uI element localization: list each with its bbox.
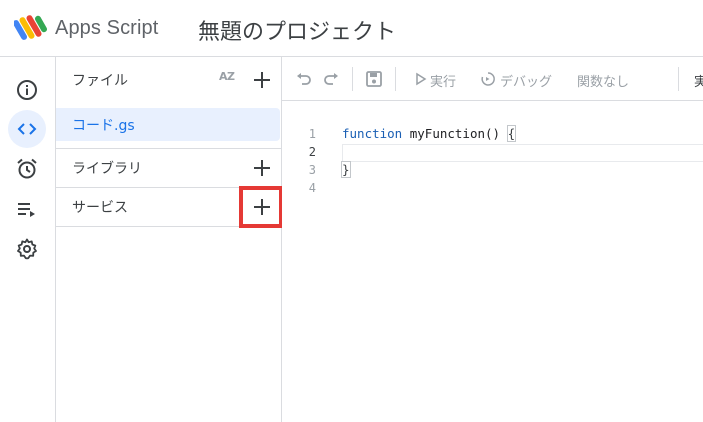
line-text: } bbox=[341, 161, 351, 178]
line-text: function myFunction() { bbox=[342, 125, 517, 142]
code-editor-area: 実行 デバッグ 関数なし 実 1 function myFunction() {… bbox=[282, 57, 703, 422]
add-file-button[interactable] bbox=[250, 68, 274, 92]
files-header: ファイル bbox=[56, 57, 282, 102]
rail-item-settings[interactable] bbox=[8, 230, 46, 268]
line-number: 2 bbox=[308, 145, 316, 159]
undo-icon[interactable] bbox=[294, 69, 314, 89]
run-icon bbox=[416, 72, 427, 86]
highlight-annotation-box bbox=[239, 186, 283, 228]
rail-item-overview[interactable] bbox=[8, 71, 46, 109]
line-number: 3 bbox=[308, 163, 316, 177]
save-icon[interactable] bbox=[364, 69, 384, 89]
redo-icon[interactable] bbox=[321, 69, 341, 89]
left-navigation-rail bbox=[0, 57, 56, 422]
debug-button[interactable]: デバッグ bbox=[500, 71, 552, 90]
info-icon bbox=[17, 80, 37, 100]
gear-icon bbox=[17, 238, 37, 260]
apps-script-logo-icon[interactable] bbox=[14, 13, 48, 43]
code-line: 4 bbox=[282, 180, 703, 198]
line-number: 4 bbox=[308, 181, 316, 195]
app-name[interactable]: Apps Script bbox=[55, 17, 158, 40]
project-title[interactable]: 無題のプロジェクト bbox=[198, 14, 396, 46]
toolbar-divider bbox=[678, 67, 679, 91]
toolbar-divider bbox=[395, 67, 396, 91]
rail-item-editor[interactable] bbox=[8, 110, 46, 148]
executions-icon bbox=[18, 203, 35, 217]
services-label: サービス bbox=[72, 200, 128, 216]
files-label: ファイル bbox=[72, 72, 128, 89]
open-brace: { bbox=[506, 125, 517, 142]
code-icon bbox=[17, 123, 37, 135]
top-bar: Apps Script 無題のプロジェクト bbox=[0, 0, 703, 57]
execution-log-button[interactable]: 実 bbox=[694, 71, 703, 90]
libraries-section: ライブラリ bbox=[56, 148, 282, 188]
editor-toolbar: 実行 デバッグ 関数なし 実 bbox=[282, 57, 703, 101]
rail-item-triggers[interactable] bbox=[8, 150, 46, 188]
plus-icon bbox=[254, 160, 270, 176]
code-line: 3 } bbox=[282, 161, 703, 180]
current-line-highlight bbox=[342, 144, 703, 162]
file-item-code-gs[interactable]: コード.gs bbox=[56, 108, 280, 141]
debug-icon bbox=[481, 72, 495, 86]
sort-files-button[interactable]: AZ bbox=[219, 70, 235, 83]
add-library-button[interactable] bbox=[250, 156, 274, 180]
code-line-current: 2 bbox=[282, 144, 703, 162]
plus-icon bbox=[254, 72, 270, 88]
function-select[interactable]: 関数なし bbox=[577, 71, 629, 90]
code-line: 1 function myFunction() { bbox=[282, 125, 703, 144]
toolbar-divider bbox=[352, 67, 353, 91]
files-panel: ファイル AZ コード.gs ライブラリ サービス bbox=[56, 57, 282, 422]
file-name: コード.gs bbox=[72, 117, 135, 134]
keyword: function bbox=[342, 126, 403, 141]
alarm-icon bbox=[17, 158, 37, 179]
libraries-label: ライブラリ bbox=[72, 161, 142, 177]
line-number: 1 bbox=[308, 127, 316, 141]
close-brace: } bbox=[341, 161, 351, 178]
function-signature: myFunction() bbox=[402, 126, 508, 141]
run-button[interactable]: 実行 bbox=[430, 71, 456, 90]
rail-item-executions[interactable] bbox=[8, 190, 46, 228]
